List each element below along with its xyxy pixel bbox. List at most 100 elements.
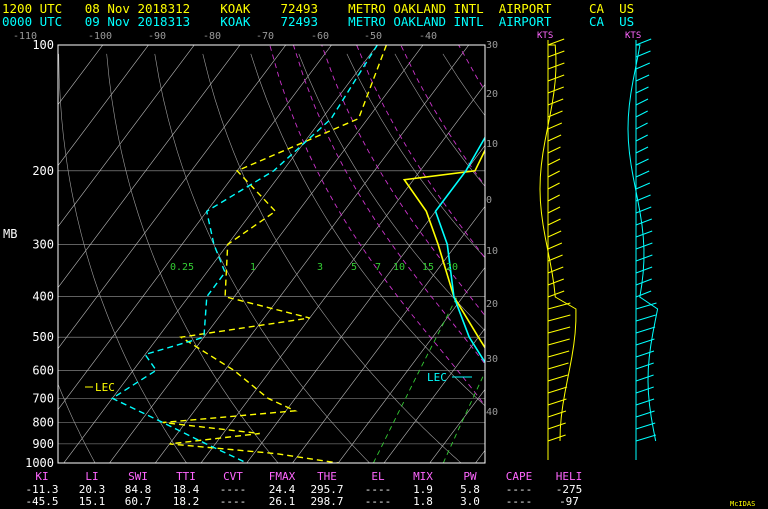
wind-barb [635, 206, 652, 214]
dry-adiabat [587, 54, 768, 472]
wind-profile-panels [539, 38, 659, 460]
wind-barb [635, 410, 655, 418]
wind-barb [547, 266, 564, 274]
mixing-ratio-line [560, 297, 626, 463]
index-value-row2: 60.7 [125, 495, 152, 508]
mixing-ratio-line [634, 297, 692, 463]
dry-adiabat [491, 54, 768, 472]
mixing-ratio-label: 15 [422, 262, 434, 273]
wind-barb [635, 230, 653, 238]
wind-barb [547, 74, 565, 82]
wind-barb [635, 314, 656, 322]
pressure-tick-label: 200 [32, 164, 54, 178]
wind-barb [635, 290, 652, 298]
stability-indices-table: KI LI SWI TTI CVT FMAX THE EL MIX PW CAPE HELI-11.3… [25, 470, 582, 508]
height-tick-label: 40 [486, 407, 498, 418]
dry-adiabat [250, 53, 485, 407]
wind-barb [635, 278, 652, 286]
temperature-tick-label: -110 [13, 31, 37, 42]
wind-barb [547, 86, 564, 94]
isotherm [743, 36, 768, 472]
index-value-row2: 298.7 [310, 495, 343, 508]
mixing-ratio-label: 1 [250, 262, 256, 273]
wind-barb [547, 338, 570, 346]
index-header: PW [463, 470, 477, 483]
isotherm [560, 36, 768, 472]
height-tick-label: 20 [486, 89, 498, 100]
height-tick-label: 10 [486, 139, 498, 150]
wind-barb [547, 122, 562, 130]
index-header: KI [35, 470, 48, 483]
sounding-1-dewpoint [110, 45, 378, 463]
wind-barb [547, 182, 560, 190]
index-value-row2: -97 [559, 495, 579, 508]
index-value-row2: 1.8 [413, 495, 433, 508]
sounding-1-temperature [434, 135, 485, 364]
wind-barb [635, 326, 656, 334]
isotherm [58, 45, 241, 289]
wind-barb [635, 362, 654, 370]
wind-barb [635, 434, 657, 442]
isotherm [58, 45, 104, 106]
isotherm [0, 36, 18, 472]
wind-barb [635, 266, 653, 274]
wind-barb [547, 362, 569, 370]
index-value-row2: 26.1 [269, 495, 296, 508]
wind-barb [547, 290, 565, 298]
temperature-tick-label: -80 [203, 31, 221, 42]
pressure-tick-label: 1000 [25, 456, 54, 470]
lec-label-cyan: LEC [427, 371, 447, 384]
wind-barb [547, 314, 571, 322]
wind-barb [635, 110, 648, 118]
y-axis-label: MB [3, 227, 17, 241]
isotherm [58, 45, 149, 167]
pressure-tick-label: 500 [32, 330, 54, 344]
temperature-tick-label: -70 [256, 31, 274, 42]
wind-barb [635, 350, 655, 358]
chart-grid [0, 36, 768, 472]
wind-barb [635, 134, 648, 142]
wind-barb [547, 170, 560, 178]
temperature-tick-label: -40 [419, 31, 437, 42]
index-header: SWI [128, 470, 148, 483]
wind-barb [635, 62, 650, 70]
index-value-row2: -45.5 [25, 495, 58, 508]
wind-barb [547, 350, 570, 358]
kts-label-yellow: KTS [537, 31, 553, 41]
moist-adiabat [356, 45, 485, 259]
index-value-row2: 15.1 [79, 495, 106, 508]
lec-label-yellow: LEC [95, 381, 115, 394]
mixing-ratio-label: 3 [317, 262, 323, 273]
wind-barb [547, 242, 563, 250]
index-value-row2: 3.0 [460, 495, 480, 508]
wind-barb [635, 182, 651, 190]
isotherm [475, 449, 485, 463]
pressure-tick-label: 700 [32, 391, 54, 405]
moist-adiabat [292, 45, 485, 365]
wind-barb [547, 386, 568, 394]
index-header: THE [317, 470, 337, 483]
wind-barb [635, 98, 649, 106]
isotherm [652, 36, 768, 472]
isotherm [58, 45, 287, 350]
wind-barb [635, 86, 649, 94]
pressure-tick-label: 300 [32, 237, 54, 251]
index-header: EL [371, 470, 385, 483]
wind-barb [635, 374, 654, 382]
wind-barb [547, 230, 562, 238]
mixing-ratio-label: 20 [446, 262, 458, 273]
index-value-row2: ---- [220, 495, 247, 508]
moist-adiabat [269, 45, 485, 407]
isotherm [0, 36, 64, 472]
mixing-ratio-line [442, 371, 485, 463]
moist-adiabat [321, 45, 485, 317]
dry-adiabat [731, 54, 768, 472]
wind-barb [635, 398, 655, 406]
sounding-traces [110, 45, 485, 463]
index-value-row2: ---- [506, 495, 533, 508]
sounding-0-dewpoint [162, 45, 388, 463]
hodograph-trace [627, 44, 659, 442]
isotherm [606, 36, 768, 472]
temperature-tick-label: -90 [148, 31, 166, 42]
index-value-row2: ---- [365, 495, 392, 508]
